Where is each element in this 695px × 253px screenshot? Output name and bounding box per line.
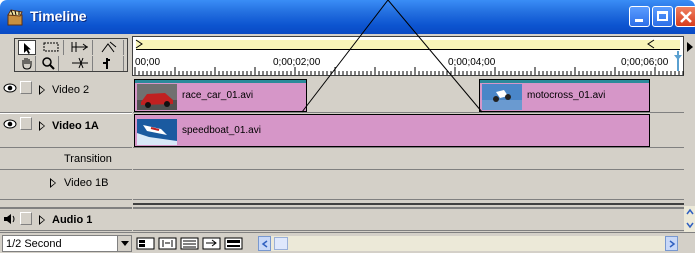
snap-to-edges-icon[interactable] <box>158 236 178 251</box>
track-name: Video 2 <box>52 84 90 96</box>
edit-line-marker[interactable] <box>673 51 683 71</box>
expand-track-icon[interactable] <box>39 85 45 95</box>
clip-speedboat[interactable]: speedboat_01.avi <box>134 114 650 147</box>
minimize-button[interactable] <box>629 6 650 27</box>
track-lane-transition[interactable] <box>133 148 684 170</box>
eye-icon[interactable] <box>3 118 17 130</box>
lock-toggle[interactable] <box>20 81 32 94</box>
time-unit-select[interactable]: 1/2 Second <box>2 235 132 252</box>
clip-label: race_car_01.avi <box>182 90 254 101</box>
lock-toggle[interactable] <box>20 212 32 225</box>
speaker-icon[interactable] <box>3 213 17 225</box>
eye-icon[interactable] <box>3 82 17 94</box>
clip-top-line <box>135 80 306 83</box>
ruler-ticks <box>134 67 684 75</box>
clapperboard-icon <box>7 9 23 26</box>
work-area-start-marker[interactable] <box>135 39 143 51</box>
scroll-up-icon <box>686 208 694 215</box>
vertical-scrollbar[interactable] <box>684 206 695 232</box>
clip-label: speedboat_01.avi <box>182 125 261 136</box>
track-name: Transition <box>64 153 112 165</box>
zoom-icon <box>42 57 55 70</box>
razor-icon <box>72 57 88 69</box>
track-name: Audio 1 <box>52 214 93 226</box>
bottom-toolbar: 1/2 Second <box>0 232 695 253</box>
track-header-transition: Transition <box>0 148 132 170</box>
title-bar: Timeline <box>0 0 695 34</box>
dropdown-button[interactable] <box>117 236 131 251</box>
clip-race-car[interactable]: race_car_01.avi <box>134 79 307 112</box>
selection-icon <box>24 43 31 54</box>
horizontal-scrollbar[interactable] <box>258 236 678 251</box>
close-button[interactable] <box>675 6 695 27</box>
time-unit-value: 1/2 Second <box>6 238 62 250</box>
edge-view-icon[interactable] <box>180 236 200 251</box>
range-select-tool[interactable] <box>39 40 64 55</box>
track-name: Video 1A <box>52 120 99 132</box>
track-select-icon <box>71 42 88 52</box>
close-icon <box>680 11 692 23</box>
track-name: Video 1B <box>64 177 109 189</box>
window-title: Timeline <box>30 8 87 24</box>
in-out-icon <box>103 58 110 69</box>
ruler-scroll-right[interactable] <box>684 36 695 76</box>
sync-mode-icon[interactable] <box>224 236 244 251</box>
hand-tool[interactable] <box>18 56 36 71</box>
expand-track-icon[interactable] <box>39 121 45 131</box>
scroll-left-button[interactable] <box>258 236 271 251</box>
shift-tracks-icon[interactable] <box>202 236 222 251</box>
clip-top-line <box>480 80 649 83</box>
hand-icon <box>22 58 32 70</box>
track-header-video-2: Video 2 <box>0 78 132 113</box>
clip-motocross[interactable]: motocross_01.avi <box>479 79 650 112</box>
rolling-edit-tool[interactable] <box>96 40 124 55</box>
scroll-thumb[interactable] <box>274 237 288 250</box>
chevron-down-icon <box>121 241 129 246</box>
chevron-right-icon <box>669 240 676 248</box>
triangle-right-icon <box>687 42 693 52</box>
lock-toggle[interactable] <box>20 117 32 130</box>
selection-tool[interactable] <box>18 40 36 55</box>
maximize-button[interactable] <box>652 6 673 27</box>
expand-track-icon[interactable] <box>39 215 45 225</box>
tool-palette <box>14 38 128 72</box>
scroll-down-icon <box>686 222 694 229</box>
work-area-bar[interactable] <box>136 40 680 50</box>
track-header-audio-1: Audio 1 <box>0 207 132 231</box>
rolling-edit-icon <box>101 41 117 53</box>
razor-tool[interactable] <box>67 56 93 71</box>
track-header-video-1a: Video 1A <box>0 113 132 148</box>
track-format-icon[interactable] <box>136 236 156 251</box>
chevron-left-icon <box>261 240 268 248</box>
motocross-thumbnail <box>482 84 522 110</box>
range-select-icon <box>43 42 59 52</box>
track-lane-audio-1[interactable] <box>133 207 684 231</box>
track-divider[interactable] <box>133 203 684 205</box>
track-header-video-1b: Video 1B <box>0 170 132 200</box>
scroll-right-button[interactable] <box>665 236 678 251</box>
speedboat-thumbnail <box>137 119 177 145</box>
in-out-tool[interactable] <box>96 56 124 71</box>
time-ruler[interactable]: 00;00 0;00;02;00 0;00;04;00 0;00;06;00 <box>132 36 684 76</box>
clip-label: motocross_01.avi <box>527 90 606 101</box>
track-lane-video-1b[interactable] <box>133 170 684 200</box>
track-select-tool[interactable] <box>67 40 93 55</box>
zoom-tool[interactable] <box>39 56 59 71</box>
work-area-end-marker[interactable] <box>647 39 655 51</box>
race-car-thumbnail <box>137 84 177 110</box>
expand-track-icon[interactable] <box>50 178 56 188</box>
